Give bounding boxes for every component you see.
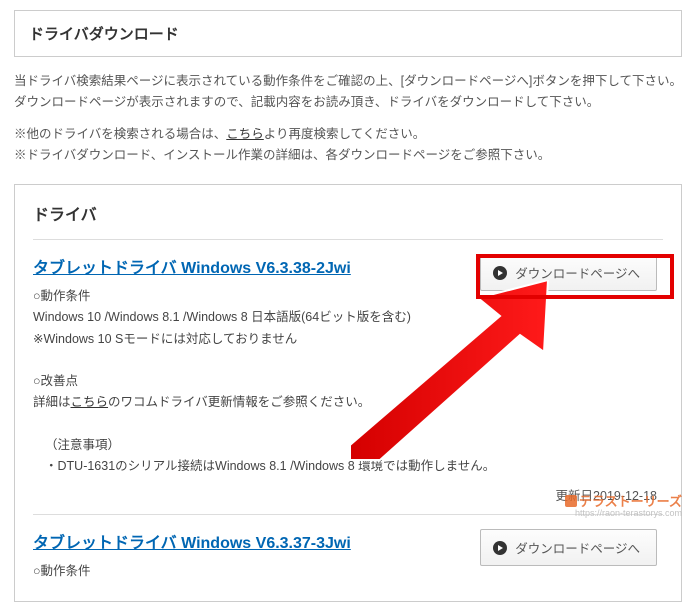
driver-body: ○動作条件 Windows 10 /Windows 8.1 /Windows 8… bbox=[33, 286, 663, 477]
driver-item: タブレットドライバ Windows V6.3.38-2Jwi ダウンロードページ… bbox=[33, 239, 663, 514]
instruction-line: ダウンロードページが表示されますので、記載内容をお読み頂き、ドライバをダウンロー… bbox=[14, 92, 682, 113]
search-again-link[interactable]: こちら bbox=[226, 127, 264, 141]
instruction-line: 当ドライバ検索結果ページに表示されている動作条件をご確認の上、[ダウンロードペー… bbox=[14, 71, 682, 92]
download-button[interactable]: ダウンロードページへ bbox=[480, 254, 657, 291]
caution-line: ・DTU-1631のシリアル接続はWindows 8.1 /Windows 8 … bbox=[33, 456, 663, 477]
notes: ※他のドライバを検索される場合は、こちらより再度検索してください。 ※ドライバダ… bbox=[14, 124, 682, 167]
improvements-line: 詳細はこちらのワコムドライバ更新情報をご参照ください。 bbox=[33, 392, 663, 413]
details-link[interactable]: こちら bbox=[71, 395, 109, 409]
improvements-heading: ○改善点 bbox=[33, 371, 663, 392]
note-line: ※ドライバダウンロード、インストール作業の詳細は、各ダウンロードページをご参照下… bbox=[14, 145, 682, 166]
watermark-icon bbox=[565, 495, 577, 507]
page-title: ドライバダウンロード bbox=[29, 23, 667, 44]
conditions-line: ※Windows 10 Sモードには対応しておりません bbox=[33, 329, 663, 350]
watermark-url: https://raon-terastorys.com bbox=[565, 509, 682, 519]
section-title: ドライバ bbox=[33, 201, 663, 225]
driver-title-link[interactable]: タブレットドライバ Windows V6.3.37-3Jwi bbox=[33, 529, 351, 553]
download-button-label: ダウンロードページへ bbox=[515, 538, 640, 557]
download-button-label: ダウンロードページへ bbox=[515, 263, 640, 282]
note-line: ※他のドライバを検索される場合は、こちらより再度検索してください。 bbox=[14, 124, 682, 145]
play-icon bbox=[493, 266, 507, 280]
conditions-line: Windows 10 /Windows 8.1 /Windows 8 日本語版(… bbox=[33, 307, 663, 328]
play-icon bbox=[493, 541, 507, 555]
watermark: テラストーリーズ https://raon-terastorys.com bbox=[565, 495, 682, 519]
driver-section: ドライバ タブレットドライバ Windows V6.3.38-2Jwi ダウンロ… bbox=[14, 184, 682, 602]
caution-heading: （注意事項） bbox=[33, 435, 663, 456]
page-title-box: ドライバダウンロード bbox=[14, 10, 682, 57]
download-button[interactable]: ダウンロードページへ bbox=[480, 529, 657, 566]
instructions: 当ドライバ検索結果ページに表示されている動作条件をご確認の上、[ダウンロードペー… bbox=[14, 71, 682, 114]
driver-item: タブレットドライバ Windows V6.3.37-3Jwi ダウンロードページ… bbox=[33, 514, 663, 600]
driver-title-link[interactable]: タブレットドライバ Windows V6.3.38-2Jwi bbox=[33, 254, 351, 278]
